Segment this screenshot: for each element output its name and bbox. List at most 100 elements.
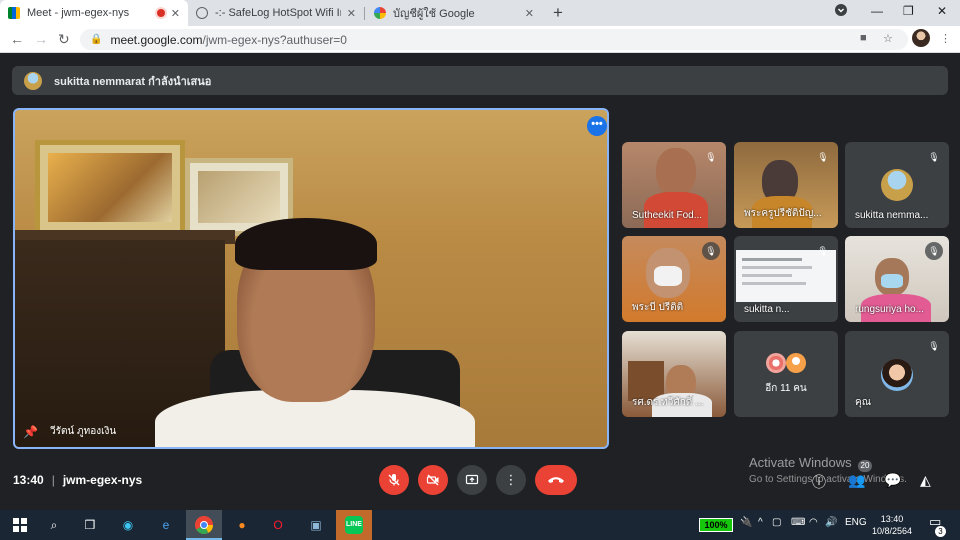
wifi-icon[interactable]: ◠ xyxy=(809,517,818,528)
presenter-avatar xyxy=(24,71,42,90)
tab-search-icon[interactable] xyxy=(835,4,847,19)
restore-icon[interactable]: ❐ xyxy=(903,4,914,18)
media-app-icon[interactable]: ▣ xyxy=(306,515,326,535)
keyboard-icon[interactable]: ⌨ xyxy=(791,517,805,528)
mic-off-icon: 🎙 xyxy=(928,152,940,162)
edge-icon[interactable]: ◉ xyxy=(118,515,138,535)
people-icon[interactable]: 👥 xyxy=(848,472,865,489)
meeting-details: 13:40 | jwm-egex-nys xyxy=(13,473,143,487)
meeting-time: 13:40 xyxy=(13,473,44,487)
participant-tile[interactable]: 🎙 พระบี ปรีติติ xyxy=(622,236,726,322)
main-video-tile[interactable]: ••• 📌 วีรัตน์ ภูทองเงิน xyxy=(13,108,609,449)
participant-tile-self[interactable]: 🎙 คุณ xyxy=(845,331,949,417)
new-tab-button[interactable]: + xyxy=(553,3,563,23)
mic-off-icon: 🎙 xyxy=(702,242,720,260)
menu-kebab-icon[interactable]: ⋮ xyxy=(940,32,951,45)
present-icon xyxy=(465,474,479,485)
browser-toolbar: ← → ↻ 🔒 meet.google.com /jwm-egex-nys?au… xyxy=(0,26,960,53)
mic-off-icon xyxy=(388,474,400,486)
tab-meet[interactable]: Meet - jwm-egex-nys ✕ xyxy=(0,0,188,26)
window-close-icon[interactable]: ✕ xyxy=(937,4,947,18)
activities-icon[interactable]: ◭ xyxy=(920,472,931,489)
opera-icon[interactable]: O xyxy=(268,515,288,535)
forward-arrow-icon[interactable]: → xyxy=(34,31,48,47)
activate-windows-watermark: Activate Windows xyxy=(749,455,852,470)
camera-toggle-button[interactable] xyxy=(418,465,448,495)
tab-safelog[interactable]: -:- SafeLog HotSpot Wifi Internet ✕ xyxy=(188,0,364,26)
kebab-menu-icon: ⋮ xyxy=(504,472,518,487)
more-options-icon[interactable]: ••• xyxy=(587,116,607,136)
clock-time: 13:40 xyxy=(880,514,904,524)
firefox-icon[interactable]: ● xyxy=(232,515,252,535)
present-screen-button[interactable] xyxy=(457,465,487,495)
more-options-button[interactable]: ⋮ xyxy=(496,465,526,495)
mic-off-icon: 🎙 xyxy=(928,341,940,351)
close-tab-icon[interactable]: ✕ xyxy=(525,7,534,20)
more-participants-tile[interactable]: อีก 11 คน xyxy=(734,331,838,417)
google-icon xyxy=(374,7,386,19)
close-tab-icon[interactable]: ✕ xyxy=(171,7,180,20)
tray-chevron-icon[interactable]: ^ xyxy=(758,517,763,528)
lock-icon: 🔒 xyxy=(90,34,103,45)
address-bar[interactable]: 🔒 meet.google.com /jwm-egex-nys?authuser… xyxy=(80,29,908,50)
mic-off-icon: 🎙 xyxy=(925,242,943,260)
meeting-code: jwm-egex-nys xyxy=(62,473,143,487)
close-tab-icon[interactable]: ✕ xyxy=(347,7,356,20)
participant-avatar xyxy=(786,353,806,373)
face-mask xyxy=(881,274,903,288)
task-view-icon[interactable]: ❒ xyxy=(80,515,100,535)
internet-explorer-icon[interactable]: e xyxy=(156,515,176,535)
participant-avatar xyxy=(881,169,913,201)
participant-name: รศ.ดร.ทวีศักดิ์ ... xyxy=(632,397,704,408)
participant-name: sukitta nemma... xyxy=(855,210,929,221)
line-app-icon[interactable]: LINE xyxy=(344,515,364,535)
face-mask xyxy=(654,266,682,286)
taskbar-clock[interactable]: 13:40 10/8/2564 xyxy=(872,513,912,537)
participant-name: พระบี ปรีติติ xyxy=(632,302,684,313)
tab-divider xyxy=(364,7,365,20)
windows-start-icon[interactable] xyxy=(10,515,30,535)
reload-icon[interactable]: ↻ xyxy=(58,31,70,48)
microphone-toggle-button[interactable] xyxy=(379,465,409,495)
participant-tile[interactable]: รศ.ดร.ทวีศักดิ์ ... xyxy=(622,331,726,417)
camera-icon[interactable]: ■ xyxy=(860,32,867,44)
url-path: /jwm-egex-nys?authuser=0 xyxy=(202,32,347,47)
participant-name: Sutheekit Fod... xyxy=(632,210,703,221)
back-arrow-icon[interactable]: ← xyxy=(10,31,24,47)
main-participant-label: 📌 วีรัตน์ ภูทองเงิน xyxy=(23,424,116,439)
meeting-info-icon[interactable]: ⓘ xyxy=(812,472,826,492)
bookmark-star-icon[interactable]: ☆ xyxy=(883,32,893,45)
tab-google-account[interactable]: บัญชีผู้ใช้ Google ✕ xyxy=(366,0,542,26)
leave-call-button[interactable] xyxy=(535,465,577,495)
chat-icon[interactable]: 💬 xyxy=(884,472,901,489)
volume-icon[interactable]: 🔊 xyxy=(825,517,837,528)
participant-name: คุณ xyxy=(855,397,871,408)
url-host: meet.google.com xyxy=(110,32,203,47)
participant-tile[interactable]: 🎙 rungsuriya ho... xyxy=(845,236,949,322)
screen: Meet - jwm-egex-nys ✕ -:- SafeLog HotSpo… xyxy=(0,0,960,540)
profile-avatar[interactable] xyxy=(912,29,930,47)
language-indicator[interactable]: ENG xyxy=(845,517,867,528)
minimize-icon[interactable]: — xyxy=(871,4,883,18)
self-avatar xyxy=(881,359,913,391)
participant-avatar xyxy=(766,353,786,373)
participant-tile[interactable]: 🎙 sukitta n... xyxy=(734,236,838,322)
participant-name: พระครูปรีชัติปัญ... xyxy=(744,208,822,219)
pin-icon: 📌 xyxy=(23,424,38,439)
tray-app-icon[interactable]: ▢ xyxy=(772,517,781,528)
participant-tile[interactable]: 🎙 sukitta nemma... xyxy=(845,142,949,228)
participant-face xyxy=(656,148,696,196)
mic-off-icon: 🎙 xyxy=(705,152,717,162)
battery-indicator[interactable]: 100% xyxy=(699,518,733,532)
camera-off-icon xyxy=(426,474,439,486)
main-participant-name: วีรัตน์ ภูทองเงิน xyxy=(49,426,117,437)
chrome-icon[interactable] xyxy=(194,515,214,535)
participant-name: sukitta n... xyxy=(744,304,790,315)
search-icon[interactable]: ⌕ xyxy=(44,515,64,535)
participant-tile[interactable]: 🎙 พระครูปรีชัติปัญ... xyxy=(734,142,838,228)
presenting-text: sukitta nemmarat กำลังนำเสนอ xyxy=(54,75,212,88)
participant-tile[interactable]: 🎙 Sutheekit Fod... xyxy=(622,142,726,228)
presenting-banner: sukitta nemmarat กำลังนำเสนอ xyxy=(12,66,948,95)
participant-name: rungsuriya ho... xyxy=(855,304,924,315)
mic-off-icon: 🎙 xyxy=(817,246,829,256)
